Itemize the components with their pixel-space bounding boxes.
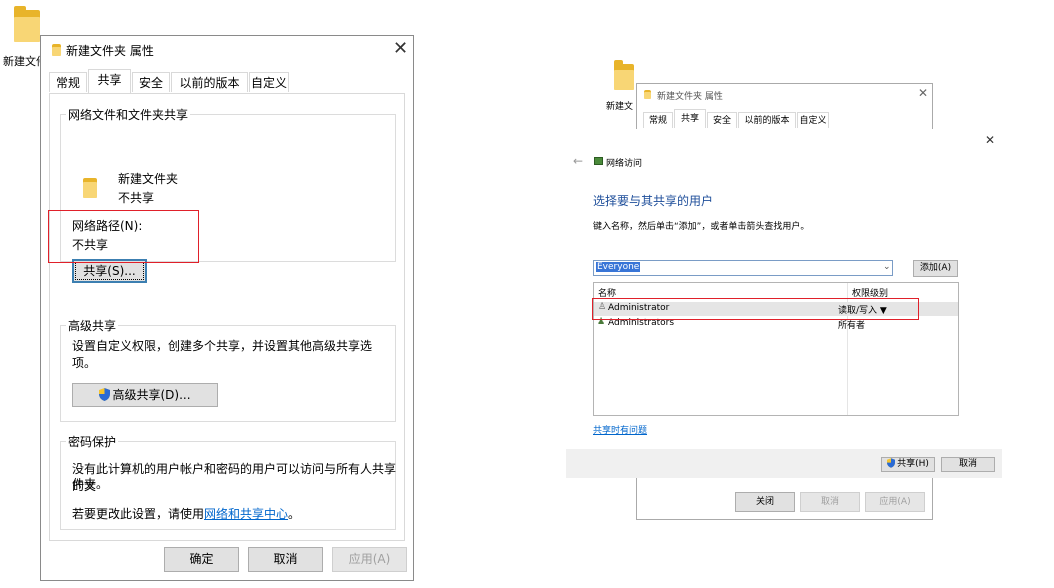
desktop-folder-icon[interactable] [14, 6, 40, 42]
na-window-title: 网络访问 [606, 159, 643, 169]
advanced-share-desc: 设置自定义权限，创建多个共享，并设置其他高级共享选项。 [72, 339, 373, 370]
chevron-down-icon[interactable]: ⌄ [883, 262, 891, 272]
sharing-trouble-link[interactable]: 共享时有问题 [593, 423, 647, 436]
bg-tab-previous-versions[interactable]: 以前的版本 [738, 112, 796, 128]
advanced-share-group-label: 高级共享 [66, 317, 119, 334]
share-button-highlight [48, 210, 199, 263]
password-change-text: 若要更改此设置，请使用网络和共享中心。 [72, 505, 300, 522]
tab-security[interactable]: 安全 [132, 72, 170, 92]
title-bar: 新建文件夹 属性 ✕ [41, 36, 413, 66]
close-icon[interactable]: ✕ [393, 38, 408, 59]
password-group-label: 密码保护 [66, 433, 119, 450]
administrator-row-highlight [592, 298, 919, 320]
network-sharing-center-link[interactable]: 网络和共享中心 [204, 507, 288, 521]
tab-general[interactable]: 常规 [49, 72, 87, 92]
cancel-button[interactable]: 取消 [248, 547, 323, 572]
dialog-title: 新建文件夹 属性 [66, 44, 154, 58]
na-footer: 共享(H) 取消 [566, 449, 1002, 478]
bg-cancel-button: 取消 [800, 492, 860, 512]
bg-close-button[interactable]: 关闭 [735, 492, 795, 512]
ok-button[interactable]: 确定 [164, 547, 239, 572]
back-arrow-icon[interactable]: ← [573, 154, 583, 168]
desktop-folder-icon-right[interactable] [614, 60, 634, 90]
na-heading: 选择要与其共享的用户 [593, 194, 714, 208]
apply-button: 应用(A) [332, 547, 407, 572]
uac-shield-icon [99, 388, 111, 401]
bg-title-folder-icon [644, 90, 651, 99]
password-desc-line2: 件夹。 [72, 477, 109, 491]
add-button[interactable]: 添加(A) [913, 260, 958, 277]
na-share-button[interactable]: 共享(H) [881, 457, 935, 472]
tab-customize[interactable]: 自定义 [249, 72, 289, 92]
bg-tab-customize[interactable]: 自定义 [797, 112, 829, 128]
na-share-button-label: 共享(H) [897, 459, 929, 469]
na-close-icon[interactable]: ✕ [985, 133, 995, 147]
sharing-panel: 网络文件和文件夹共享 新建文件夹 不共享 网络路径(N): 不共享 共享(S).… [49, 93, 405, 541]
bg-tab-security[interactable]: 安全 [707, 112, 737, 128]
user-combo[interactable]: Everyone ⌄ [593, 260, 893, 276]
user-combo-value[interactable]: Everyone [596, 262, 641, 272]
uac-shield-icon [887, 458, 896, 468]
password-change-prefix: 若要更改此设置，请使用 [72, 507, 205, 521]
properties-dialog: 新建文件夹 属性 ✕ 常规 共享 安全 以前的版本 自定义 网络文件和文件夹共享… [40, 35, 414, 581]
share-state: 不共享 [118, 191, 155, 205]
bg-dialog-title: 新建文件夹 属性 [657, 92, 723, 102]
na-instruction: 键入名称，然后单击“添加”，或者单击箭头查找用户。 [593, 222, 810, 232]
network-share-group-label: 网络文件和文件夹共享 [66, 106, 191, 123]
password-desc-line1: 没有此计算机的用户帐户和密码的用户可以访问与所有人共享的文 [72, 462, 397, 493]
advanced-share-button[interactable]: 高级共享(D)... [72, 383, 218, 407]
bg-tab-sharing[interactable]: 共享 [674, 109, 706, 128]
title-folder-icon [52, 44, 61, 56]
advanced-share-button-label: 高级共享(D)... [112, 388, 191, 402]
shared-folder-icon [83, 178, 97, 198]
tab-strip: 常规 共享 安全 以前的版本 自定义 [49, 69, 409, 94]
network-access-icon [594, 157, 603, 165]
na-cancel-button[interactable]: 取消 [941, 457, 995, 472]
bg-apply-button: 应用(A) [865, 492, 925, 512]
bg-tab-general[interactable]: 常规 [643, 112, 673, 128]
tab-previous-versions[interactable]: 以前的版本 [171, 72, 248, 92]
desktop-folder-label-right: 新建文 [606, 102, 634, 112]
bg-close-icon[interactable]: ✕ [918, 86, 928, 100]
folder-name: 新建文件夹 [118, 172, 179, 186]
tab-sharing[interactable]: 共享 [88, 69, 131, 93]
password-change-suffix: 。 [288, 507, 301, 521]
